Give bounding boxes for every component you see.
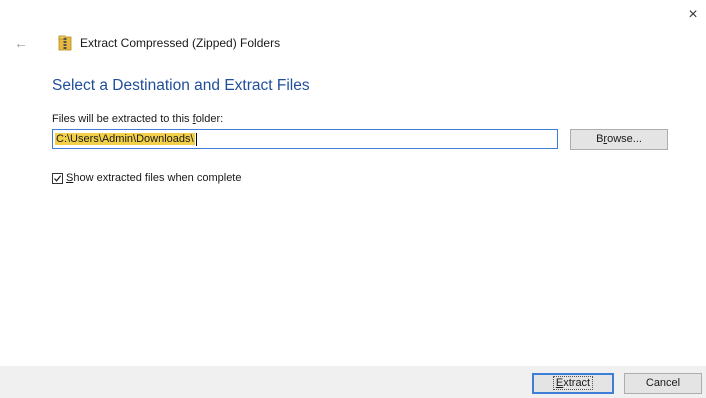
close-icon[interactable]: × — [684, 6, 702, 24]
show-files-checkbox[interactable] — [52, 172, 63, 184]
browse-button[interactable]: Browse... — [570, 129, 668, 150]
dialog-footer: Extract Cancel — [0, 366, 706, 398]
show-files-option[interactable]: Show extracted files when complete — [52, 172, 242, 184]
window-title: Extract Compressed (Zipped) Folders — [80, 36, 281, 50]
page-heading: Select a Destination and Extract Files — [52, 77, 310, 94]
extract-button[interactable]: Extract — [532, 373, 614, 394]
browse-label-suffix: owse... — [607, 133, 642, 145]
show-files-accel: S — [66, 172, 74, 184]
text-caret — [195, 132, 197, 146]
destination-label-suffix: older: — [195, 113, 224, 125]
title-bar: ← Extract Compressed (Zipped) Folders — [14, 34, 280, 52]
destination-label-prefix: Files will be extracted to this — [52, 113, 193, 125]
back-arrow-icon[interactable]: ← — [14, 35, 32, 51]
destination-label: Files will be extracted to this folder: — [52, 113, 223, 125]
extract-label-suffix: xtract — [563, 377, 591, 389]
extract-dialog: × ← Extract Compressed (Zipped) Folders … — [0, 0, 706, 398]
checkmark-icon — [54, 174, 62, 182]
cancel-button[interactable]: Cancel — [624, 373, 702, 394]
destination-path-value: C:\Users\Admin\Downloads\ — [55, 133, 195, 145]
zipped-folder-icon — [58, 35, 72, 51]
destination-path-input[interactable]: C:\Users\Admin\Downloads\ — [52, 129, 558, 149]
extract-label: Extract — [552, 376, 594, 390]
show-files-label: how extracted files when complete — [73, 172, 242, 184]
